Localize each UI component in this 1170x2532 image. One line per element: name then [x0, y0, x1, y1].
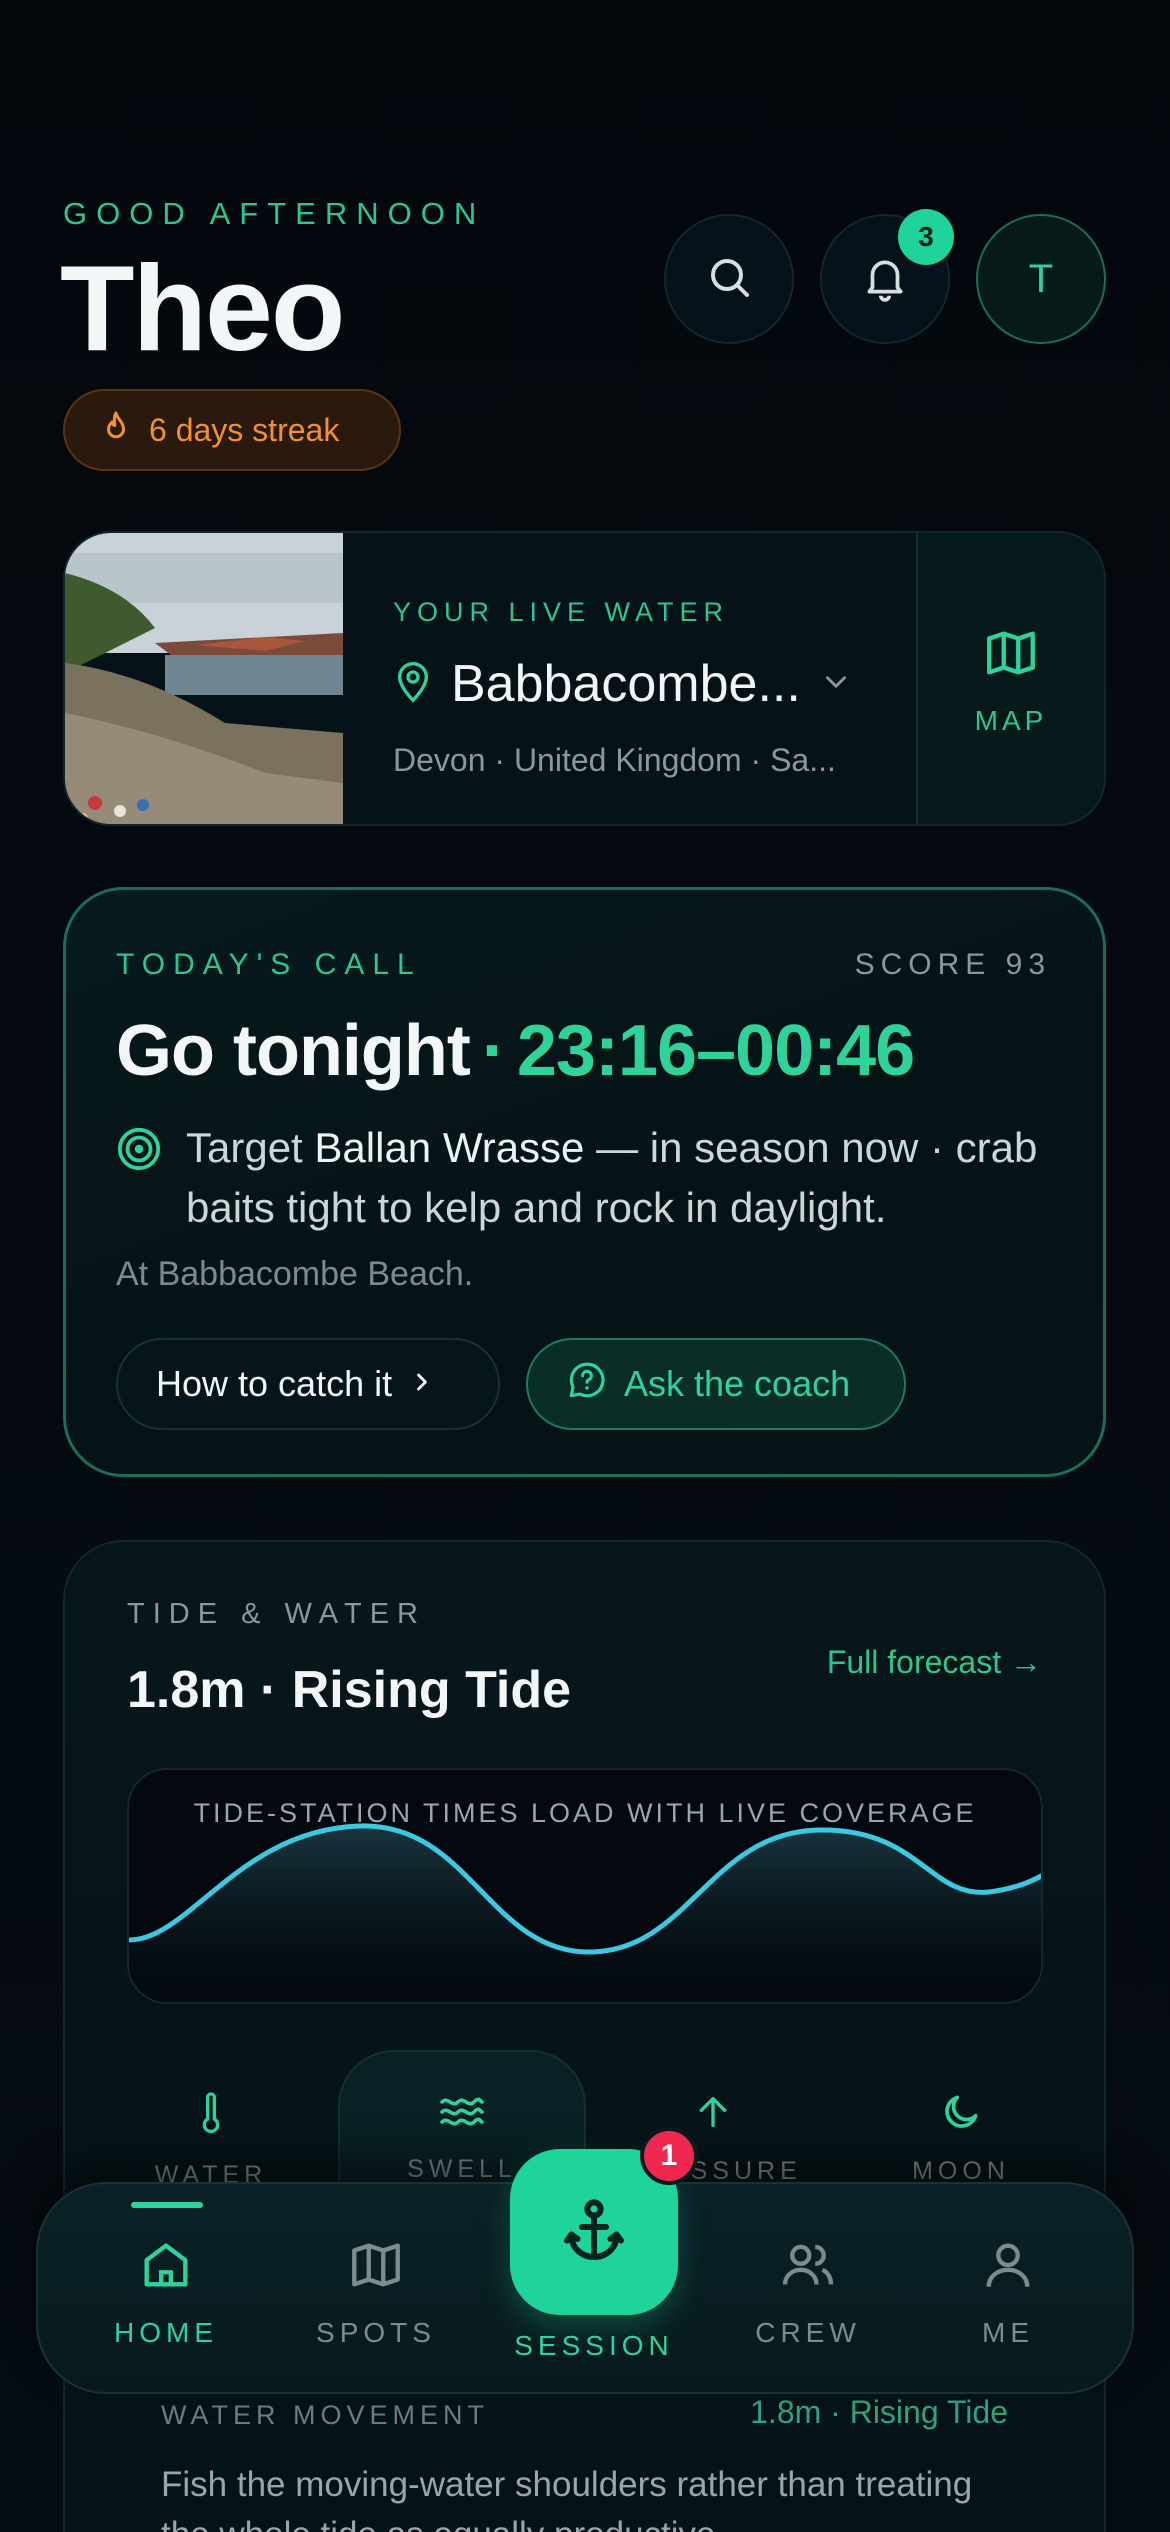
- home-icon: [137, 2236, 195, 2299]
- moon-icon: [939, 2090, 983, 2139]
- water-movement-text: Fish the moving-water shoulders rather t…: [161, 2465, 973, 2532]
- search-icon: [705, 253, 753, 306]
- spot-region: Devon · United Kingdom · Sa...: [393, 742, 836, 778]
- nav-spots[interactable]: SPOTS: [286, 2236, 466, 2349]
- live-water-card[interactable]: YOUR LIVE WATER Babbacombe... Devon · Un…: [63, 531, 1106, 826]
- call-verdict: Go tonight: [116, 1011, 471, 1091]
- streak-label: 6 days streak: [149, 411, 340, 448]
- chevron-right-icon: [408, 1363, 436, 1405]
- tide-title: 1.8m · Rising Tide: [127, 1661, 572, 1719]
- search-button[interactable]: [664, 214, 794, 344]
- map-icon: [347, 2236, 405, 2299]
- live-water-eyebrow: YOUR LIVE WATER: [393, 597, 730, 627]
- call-target-text: Target Ballan Wrasse — in season now · c…: [186, 1118, 1076, 1238]
- water-movement-value: 1.8m · Rising Tide: [750, 2394, 1008, 2430]
- spot-selector[interactable]: Babbacombe...: [393, 654, 953, 714]
- avatar[interactable]: T: [976, 214, 1106, 344]
- nav-label-home: HOME: [114, 2317, 218, 2348]
- target-icon: [116, 1126, 162, 1238]
- spot-photo: [65, 533, 343, 824]
- call-target: Target Ballan Wrasse — in season now · c…: [116, 1118, 1076, 1238]
- metric-label-swell: SWELL: [407, 2155, 517, 2183]
- call-score: SCORE 93: [854, 948, 1051, 981]
- water-movement-eyebrow: WATER MOVEMENT: [161, 2400, 489, 2430]
- notification-count-badge: 3: [898, 209, 954, 265]
- help-bubble-icon: [566, 1359, 608, 1410]
- call-time-window: 23:16–00:46: [516, 1011, 915, 1091]
- how-to-catch-label: How to catch it: [156, 1363, 393, 1404]
- call-separator: ·: [481, 1011, 506, 1091]
- map-button[interactable]: MAP: [916, 533, 1104, 824]
- ask-coach-button[interactable]: Ask the coach: [526, 1338, 906, 1430]
- active-tab-indicator: [131, 2202, 203, 2208]
- spot-name: Babbacombe...: [451, 655, 801, 713]
- how-to-catch-button[interactable]: How to catch it: [116, 1338, 500, 1430]
- arrow-up-icon: [693, 2090, 733, 2139]
- tide-eyebrow: TIDE & WATER: [127, 1598, 426, 1630]
- full-forecast-link[interactable]: Full forecast →: [827, 1644, 1042, 1681]
- greeting-label: GOOD AFTERNOON: [63, 196, 486, 231]
- metric-tab-water[interactable]: WATER: [87, 2050, 335, 2190]
- call-location: At Babbacombe Beach.: [116, 1255, 474, 1293]
- nav-crew[interactable]: CREW: [718, 2236, 898, 2349]
- metric-tab-moon[interactable]: MOON: [837, 2050, 1085, 2190]
- call-headline: Go tonight · 23:16–00:46: [116, 1010, 915, 1092]
- tide-chart-note: TIDE-STATION TIMES LOAD WITH LIVE COVERA…: [193, 1798, 977, 1828]
- map-icon: [982, 624, 1040, 687]
- nav-label-spots: SPOTS: [316, 2317, 436, 2348]
- nav-label-crew: CREW: [755, 2317, 861, 2348]
- nav-label-me: ME: [982, 2317, 1034, 2348]
- bell-icon: [860, 252, 910, 307]
- user-icon: [979, 2236, 1037, 2299]
- nav-label-session[interactable]: SESSION: [504, 2330, 684, 2362]
- ask-coach-label: Ask the coach: [624, 1363, 851, 1404]
- flame-icon: [101, 410, 131, 451]
- chevron-down-icon: [819, 665, 853, 704]
- target-prefix: Target: [186, 1124, 315, 1171]
- location-pin-icon: [393, 660, 433, 709]
- streak-badge[interactable]: 6 days streak: [63, 389, 401, 471]
- nav-me[interactable]: ME: [918, 2236, 1098, 2349]
- session-count-badge: 1: [640, 2127, 698, 2185]
- anchor-icon: [558, 2194, 630, 2271]
- live-water-info: YOUR LIVE WATER Babbacombe... Devon · Un…: [393, 597, 953, 779]
- home-screen: GOOD AFTERNOON Theo 6 days streak 3 T YO…: [0, 0, 1170, 2532]
- tide-chart: TIDE-STATION TIMES LOAD WITH LIVE COVERA…: [127, 1768, 1043, 2004]
- todays-call-card: TODAY'S CALL SCORE 93 Go tonight · 23:16–0…: [63, 887, 1106, 1477]
- thermometer-icon: [191, 2090, 231, 2143]
- map-label: MAP: [974, 705, 1048, 736]
- todays-call-eyebrow: TODAY'S CALL: [116, 948, 422, 981]
- user-name: Theo: [60, 240, 345, 376]
- waves-icon: [438, 2092, 486, 2137]
- users-icon: [778, 2236, 838, 2299]
- target-species: Ballan Wrasse: [314, 1124, 585, 1171]
- nav-home[interactable]: HOME: [76, 2236, 256, 2349]
